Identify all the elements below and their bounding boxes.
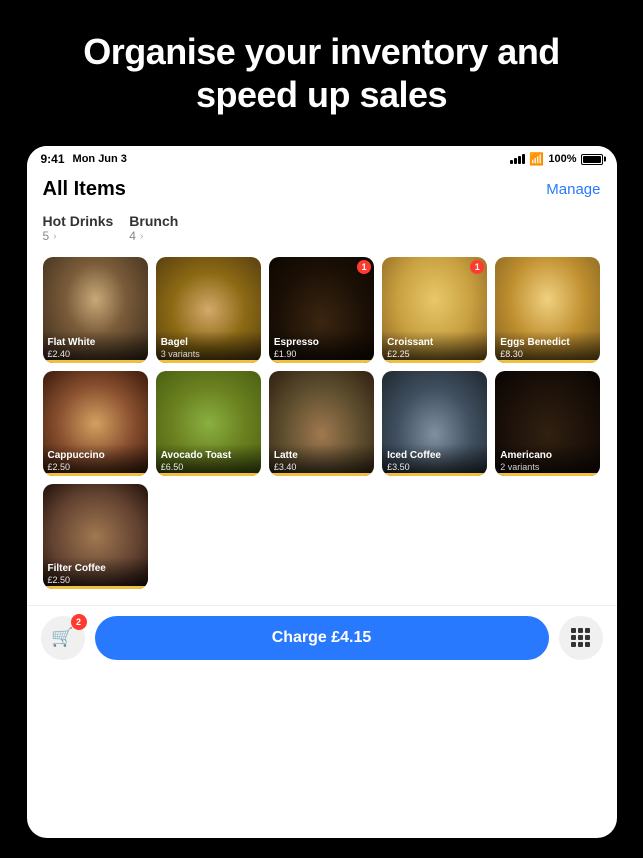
wifi-icon: 📶 xyxy=(529,152,544,166)
app-content: All Items Manage Hot Drinks 5 › Brunch 4… xyxy=(27,170,617,605)
battery-icon xyxy=(581,154,603,165)
signal-icon xyxy=(510,154,525,164)
item-price: £2.50 xyxy=(48,575,143,585)
tab-hot-drinks[interactable]: Hot Drinks 5 › xyxy=(43,213,114,243)
chevron-right-icon: › xyxy=(140,231,143,242)
item-bar xyxy=(495,360,600,363)
item-bar xyxy=(43,586,148,589)
item-overlay: Avocado Toast £6.50 xyxy=(156,444,261,476)
item-bar xyxy=(156,360,261,363)
item-name: Latte xyxy=(274,450,369,462)
cart-button[interactable]: 🛒 2 xyxy=(41,616,85,660)
item-price: £2.40 xyxy=(48,349,143,359)
category-tabs: Hot Drinks 5 › Brunch 4 › xyxy=(43,213,601,243)
tab-brunch-count: 4 xyxy=(129,229,136,243)
item-bar xyxy=(269,473,374,476)
hero-title: Organise your inventory and speed up sal… xyxy=(60,30,583,116)
item-bar xyxy=(382,360,487,363)
grid-view-button[interactable] xyxy=(559,616,603,660)
item-card-latte[interactable]: Latte £3.40 xyxy=(269,371,374,476)
item-overlay: Eggs Benedict £8.30 xyxy=(495,331,600,363)
tab-hot-drinks-label: Hot Drinks xyxy=(43,213,114,229)
chevron-right-icon: › xyxy=(53,231,56,242)
cart-icon: 🛒 xyxy=(51,627,73,648)
notification-badge: 1 xyxy=(470,260,484,274)
app-header: All Items Manage xyxy=(43,178,601,201)
item-name: Americano xyxy=(500,450,595,462)
item-card-americano[interactable]: Americano 2 variants xyxy=(495,371,600,476)
item-overlay: Espresso £1.90 xyxy=(269,331,374,363)
item-card-eggs-benedict[interactable]: Eggs Benedict £8.30 xyxy=(495,257,600,362)
status-bar: 9:41 Mon Jun 3 📶 100% xyxy=(27,146,617,170)
item-bar xyxy=(43,360,148,363)
item-name: Cappuccino xyxy=(48,450,143,462)
item-name: Filter Coffee xyxy=(48,563,143,575)
hero-section: Organise your inventory and speed up sal… xyxy=(0,0,643,146)
item-overlay: Iced Coffee £3.50 xyxy=(382,444,487,476)
notification-badge: 1 xyxy=(357,260,371,274)
item-card-flat-white[interactable]: Flat White £2.40 xyxy=(43,257,148,362)
item-card-filter-coffee[interactable]: Filter Coffee £2.50 xyxy=(43,484,148,589)
item-name: Iced Coffee xyxy=(387,450,482,462)
item-price: £2.25 xyxy=(387,349,482,359)
tab-brunch[interactable]: Brunch 4 › xyxy=(129,213,178,243)
bottom-bar: 🛒 2 Charge £4.15 xyxy=(27,605,617,676)
item-bar xyxy=(43,473,148,476)
item-price: £6.50 xyxy=(161,462,256,472)
status-time: 9:41 xyxy=(41,152,65,166)
item-name: Eggs Benedict xyxy=(500,337,595,349)
item-card-espresso[interactable]: 1 Espresso £1.90 xyxy=(269,257,374,362)
item-price: £3.40 xyxy=(274,462,369,472)
battery-percent: 100% xyxy=(548,153,576,165)
item-price: £1.90 xyxy=(274,349,369,359)
charge-button[interactable]: Charge £4.15 xyxy=(95,616,549,660)
item-bar xyxy=(269,360,374,363)
manage-button[interactable]: Manage xyxy=(546,181,600,198)
item-name: Espresso xyxy=(274,337,369,349)
item-price: £3.50 xyxy=(387,462,482,472)
item-overlay: Latte £3.40 xyxy=(269,444,374,476)
item-variants: 3 variants xyxy=(161,349,256,359)
item-card-bagel[interactable]: Bagel 3 variants xyxy=(156,257,261,362)
item-price: £8.30 xyxy=(500,349,595,359)
item-price: £2.50 xyxy=(48,462,143,472)
grid-dots-icon xyxy=(571,628,590,647)
item-bar xyxy=(382,473,487,476)
item-name: Avocado Toast xyxy=(161,450,256,462)
tab-brunch-label: Brunch xyxy=(129,213,178,229)
item-grid: Flat White £2.40 Bagel 3 variants 1 Espr… xyxy=(43,257,601,589)
item-bar xyxy=(156,473,261,476)
cart-badge: 2 xyxy=(71,614,87,630)
item-card-iced-coffee[interactable]: Iced Coffee £3.50 xyxy=(382,371,487,476)
tab-hot-drinks-count: 5 xyxy=(43,229,50,243)
item-overlay: Croissant £2.25 xyxy=(382,331,487,363)
item-name: Bagel xyxy=(161,337,256,349)
item-card-avocado-toast[interactable]: Avocado Toast £6.50 xyxy=(156,371,261,476)
item-overlay: Americano 2 variants xyxy=(495,444,600,476)
item-card-croissant[interactable]: 1 Croissant £2.25 xyxy=(382,257,487,362)
item-bar xyxy=(495,473,600,476)
device-frame: 9:41 Mon Jun 3 📶 100% All Items Manage xyxy=(27,146,617,838)
item-variants: 2 variants xyxy=(500,462,595,472)
item-overlay: Flat White £2.40 xyxy=(43,331,148,363)
item-overlay: Bagel 3 variants xyxy=(156,331,261,363)
item-overlay: Filter Coffee £2.50 xyxy=(43,557,148,589)
item-overlay: Cappuccino £2.50 xyxy=(43,444,148,476)
status-date: Mon Jun 3 xyxy=(73,153,127,165)
item-name: Croissant xyxy=(387,337,482,349)
item-card-cappuccino[interactable]: Cappuccino £2.50 xyxy=(43,371,148,476)
item-name: Flat White xyxy=(48,337,143,349)
page-title: All Items xyxy=(43,178,126,201)
